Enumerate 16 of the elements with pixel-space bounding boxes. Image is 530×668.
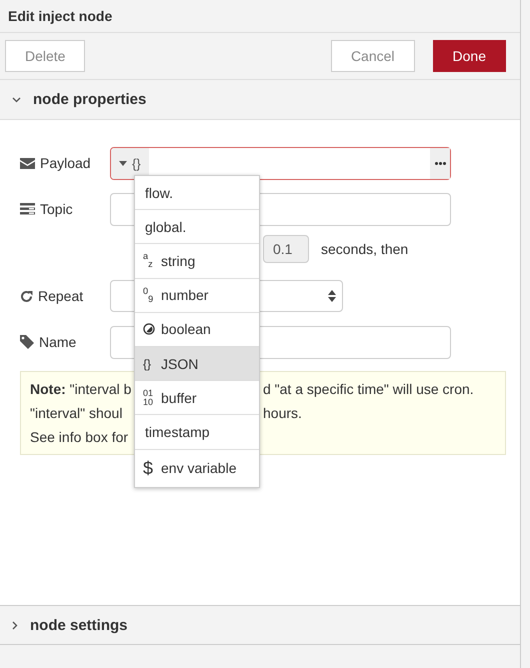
window-title: Edit inject node	[0, 0, 520, 33]
field-label: Name	[39, 334, 76, 350]
field-label: Topic	[40, 201, 73, 217]
field-label: Payload	[40, 155, 91, 171]
section-title: node settings	[30, 616, 128, 634]
note-text: See info box for	[30, 428, 128, 447]
note-text: d "at a specific time" will use cron.	[263, 380, 474, 399]
note-text: hours.	[263, 404, 302, 423]
section-title: node properties	[33, 91, 146, 108]
note-text: "interval" shoul	[30, 404, 122, 423]
field-label: seconds, then	[321, 241, 408, 257]
type-icon: {}	[143, 358, 155, 370]
field-label: Repeat	[38, 288, 84, 304]
type-icon: $	[143, 459, 155, 477]
type-icon: 01 10	[143, 388, 155, 407]
note-text: Note: "interval b	[30, 380, 132, 399]
